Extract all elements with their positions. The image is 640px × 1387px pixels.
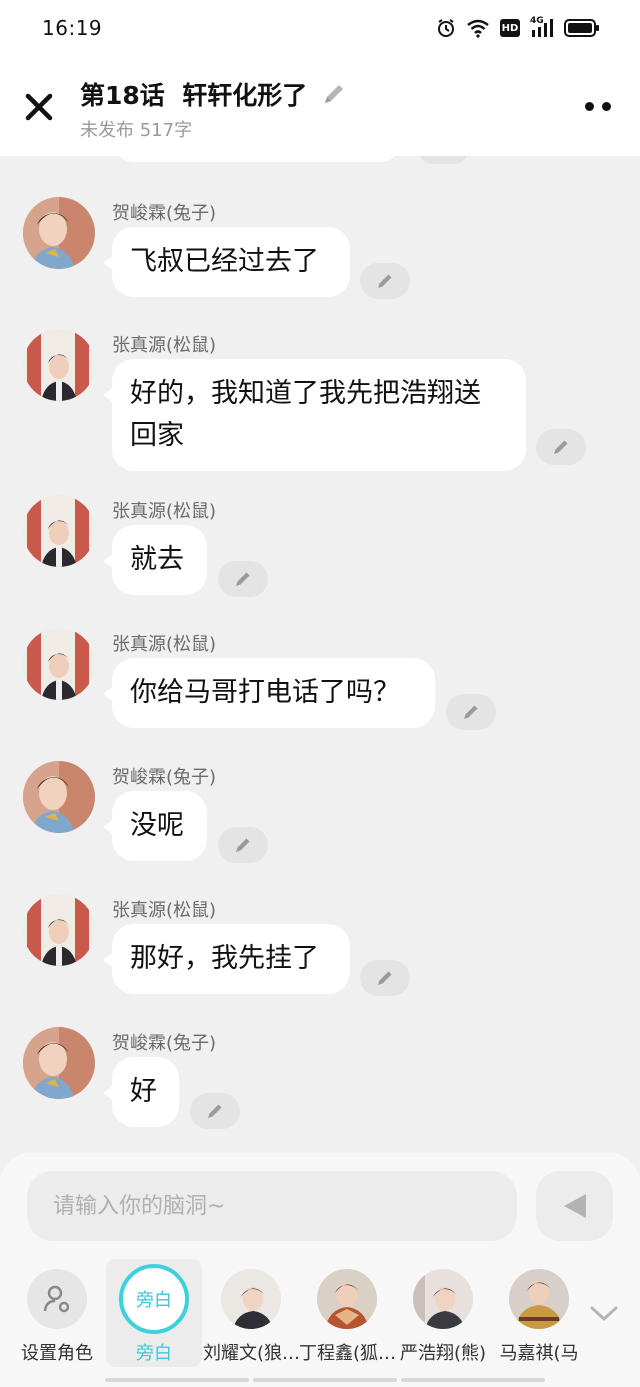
pencil-icon bbox=[378, 274, 392, 288]
message-edit-button[interactable] bbox=[360, 263, 410, 299]
role-label: 旁白 bbox=[136, 1343, 172, 1364]
pencil-icon bbox=[378, 971, 392, 985]
pencil-icon bbox=[236, 838, 250, 852]
role-settings-circle bbox=[27, 1269, 87, 1329]
avatar-hejunlin[interactable] bbox=[23, 1027, 95, 1099]
message-bubble[interactable]: 没呢 bbox=[103, 791, 207, 861]
sender-name: 张真源(松鼠) bbox=[112, 335, 217, 356]
sender-name: 张真源(松鼠) bbox=[112, 900, 217, 921]
user-settings-icon bbox=[43, 1285, 70, 1313]
more-options-button[interactable] bbox=[578, 94, 618, 118]
network-type-label: 4G bbox=[530, 16, 544, 26]
message-edit-button[interactable] bbox=[446, 694, 496, 730]
avatar-liuyaowen bbox=[221, 1269, 281, 1329]
avatar-zhangzhenyuan[interactable] bbox=[23, 628, 95, 700]
message-text: 好的，我知道了我先把浩翔送 bbox=[130, 378, 481, 409]
avatar-hejunlin[interactable] bbox=[23, 197, 95, 269]
battery-icon bbox=[564, 18, 600, 38]
more-dot-icon bbox=[585, 101, 594, 111]
avatar-zhangzhenyuan[interactable] bbox=[23, 495, 95, 567]
message-bubble[interactable]: 飞叔已经过去了 bbox=[103, 227, 350, 297]
close-button[interactable] bbox=[20, 88, 58, 126]
chat-area: 贺峻霖(兔子) 飞叔已经过去了 张真源(松鼠) 好的，我知道了我先把浩翔送 回家… bbox=[0, 156, 640, 1153]
previous-message-bubble bbox=[112, 156, 402, 162]
role-label: 刘耀文(狼… bbox=[203, 1343, 299, 1364]
message-text: 飞叔已经过去了 bbox=[130, 246, 319, 277]
title-row: 第18话 轩轩化形了 bbox=[80, 76, 347, 112]
collapse-roles-button[interactable] bbox=[586, 1299, 622, 1329]
avatar-hejunlin[interactable] bbox=[23, 761, 95, 833]
message-bubble[interactable]: 那好，我先挂了 bbox=[103, 924, 350, 994]
message-bubble[interactable]: 就去 bbox=[103, 525, 207, 595]
pencil-icon bbox=[208, 1104, 222, 1118]
pencil-icon bbox=[464, 705, 478, 719]
sender-name: 贺峻霖(兔子) bbox=[112, 767, 217, 788]
chevron-down-icon bbox=[590, 1306, 618, 1321]
message-edit-button[interactable] bbox=[360, 960, 410, 996]
header: 第18话 轩轩化形了 未发布 517字 bbox=[0, 56, 640, 156]
avatar-zhangzhenyuan[interactable] bbox=[23, 329, 95, 401]
alarm-icon bbox=[436, 18, 456, 38]
send-icon bbox=[563, 1194, 586, 1218]
message-edit-button[interactable] bbox=[536, 429, 586, 465]
message-input[interactable] bbox=[27, 1171, 517, 1241]
role-narration[interactable]: 旁白 旁白 bbox=[106, 1259, 202, 1367]
pencil-icon bbox=[236, 572, 250, 586]
previous-message-edit-button[interactable] bbox=[418, 156, 468, 164]
message-bubble[interactable]: 好的，我知道了我先把浩翔送 回家 bbox=[103, 359, 526, 471]
composer-panel: 设置角色 旁白 旁白 刘耀文(狼… 丁程鑫(狐… 严浩翔(熊) bbox=[0, 1153, 640, 1387]
message-text: 没呢 bbox=[130, 810, 184, 841]
message-edit-button[interactable] bbox=[218, 561, 268, 597]
status-bar: 16:19 HD 4G bbox=[0, 0, 640, 56]
status-icons: HD 4G bbox=[436, 16, 600, 38]
avatar-dingchengxin bbox=[317, 1269, 377, 1329]
avatar-majiaqi bbox=[509, 1269, 569, 1329]
pencil-icon bbox=[554, 440, 568, 454]
role-liuyaowen[interactable]: 刘耀文(狼… bbox=[203, 1259, 299, 1367]
sender-name: 张真源(松鼠) bbox=[112, 501, 217, 522]
role-label: 严浩翔(熊) bbox=[399, 1343, 487, 1364]
chapter-status: 未发布 517字 bbox=[80, 120, 193, 141]
avatar-yanhaoxiang bbox=[413, 1269, 473, 1329]
message-text: 回家 bbox=[130, 420, 184, 451]
sender-name: 贺峻霖(兔子) bbox=[112, 1033, 217, 1054]
message-text: 就去 bbox=[130, 544, 184, 575]
send-button[interactable] bbox=[536, 1171, 613, 1241]
narration-circle: 旁白 bbox=[119, 1264, 189, 1334]
role-selector: 设置角色 旁白 旁白 刘耀文(狼… 丁程鑫(狐… 严浩翔(熊) 马嘉祺(马 bbox=[0, 1259, 640, 1369]
close-icon bbox=[25, 93, 53, 121]
avatar-zhangzhenyuan[interactable] bbox=[23, 894, 95, 966]
sender-name: 张真源(松鼠) bbox=[112, 634, 217, 655]
edit-title-icon[interactable] bbox=[321, 81, 347, 107]
message-edit-button[interactable] bbox=[218, 827, 268, 863]
role-label: 丁程鑫(狐… bbox=[299, 1343, 395, 1364]
status-time: 16:19 bbox=[42, 16, 103, 40]
message-bubble[interactable]: 你给马哥打电话了吗？ bbox=[103, 658, 435, 728]
signal-icon: 4G bbox=[530, 16, 554, 38]
message-bubble[interactable]: 好 bbox=[103, 1057, 179, 1127]
role-label: 设置角色 bbox=[21, 1343, 93, 1364]
more-dot-icon bbox=[602, 101, 611, 111]
message-edit-button[interactable] bbox=[190, 1093, 240, 1129]
page-title: 第18话 轩轩化形了 bbox=[80, 81, 308, 110]
message-text: 好 bbox=[130, 1076, 157, 1107]
sender-name: 贺峻霖(兔子) bbox=[112, 203, 217, 224]
role-dingchengxin[interactable]: 丁程鑫(狐… bbox=[299, 1259, 395, 1367]
role-majiaqi[interactable]: 马嘉祺(马 bbox=[491, 1259, 587, 1367]
wifi-icon bbox=[466, 18, 490, 38]
message-text: 那好，我先挂了 bbox=[130, 943, 319, 974]
role-settings[interactable]: 设置角色 bbox=[9, 1259, 105, 1367]
hd-badge: HD bbox=[500, 19, 520, 37]
message-text: 你给马哥打电话了吗？ bbox=[130, 677, 400, 708]
role-label: 马嘉祺(马 bbox=[499, 1343, 579, 1364]
role-scroll-indicator bbox=[105, 1378, 545, 1382]
role-yanhaoxiang[interactable]: 严浩翔(熊) bbox=[395, 1259, 491, 1367]
